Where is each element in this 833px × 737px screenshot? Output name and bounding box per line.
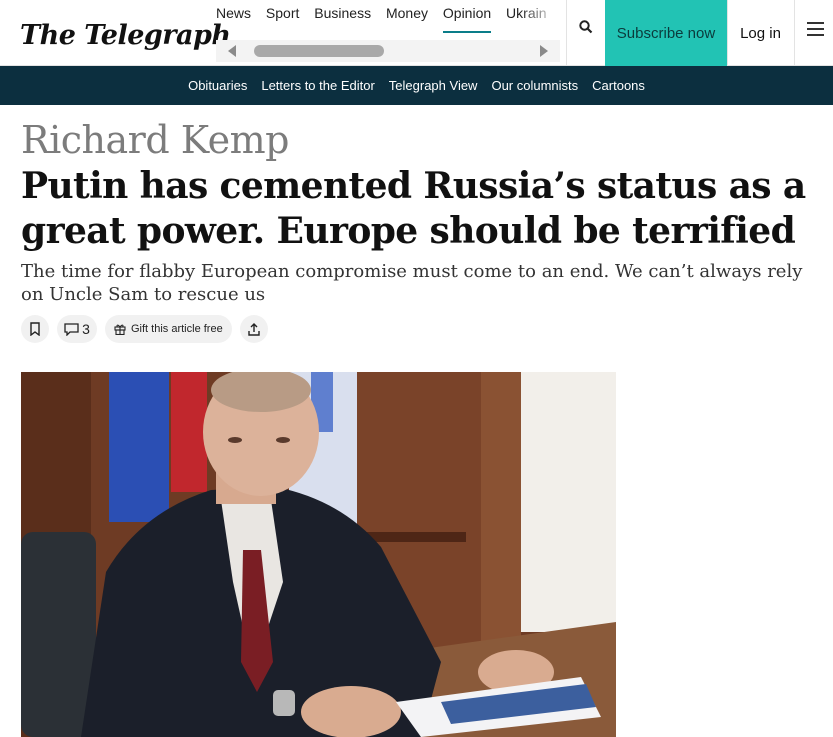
site-header: The Telegraph News Sport Business Money … [0,0,833,66]
subnav-item-cartoons[interactable]: Cartoons [592,78,645,93]
article-headline: Putin has cemented Russia’s status as a … [21,165,806,252]
author-name[interactable]: Richard Kemp [21,118,289,162]
article-lead-image [21,372,616,737]
article-actions: 3 Gift this article free [21,315,268,343]
gift-label: Gift this article free [131,323,223,335]
site-logo[interactable]: The Telegraph [20,20,231,51]
gift-article-button[interactable]: Gift this article free [105,315,232,343]
nav-item-opinion[interactable]: Opinion [442,5,492,33]
login-button[interactable]: Log in [727,0,793,66]
search-icon [579,20,593,34]
subnav-item-telegraph-view[interactable]: Telegraph View [389,78,478,93]
nav-item-sport[interactable]: Sport [266,5,299,31]
comments-count: 3 [82,321,90,337]
nav-item-business[interactable]: Business [314,5,371,31]
nav-fade [520,0,560,34]
comment-icon [64,322,79,336]
scroll-right-arrow-icon[interactable] [540,45,548,57]
scrollbar-thumb[interactable] [254,45,384,57]
share-button[interactable] [239,315,268,343]
subnav-item-columnists[interactable]: Our columnists [491,78,578,93]
subscribe-button[interactable]: Subscribe now [605,0,727,66]
nav-item-news[interactable]: News [216,5,251,31]
opinion-subnav: Obituaries Letters to the Editor Telegra… [0,66,833,105]
subnav-item-obituaries[interactable]: Obituaries [188,78,247,93]
bookmark-icon [30,322,40,336]
search-button[interactable] [566,0,605,66]
article-standfirst: The time for flabby European compromise … [21,261,803,305]
share-icon [248,322,260,336]
menu-button[interactable] [794,0,833,66]
comments-button[interactable]: 3 [57,315,97,343]
gift-icon [114,324,126,335]
bookmark-button[interactable] [21,315,49,343]
subnav-item-letters[interactable]: Letters to the Editor [261,78,374,93]
scroll-left-arrow-icon[interactable] [228,45,236,57]
nav-scrollbar[interactable] [216,40,560,62]
nav-item-money[interactable]: Money [386,5,428,31]
